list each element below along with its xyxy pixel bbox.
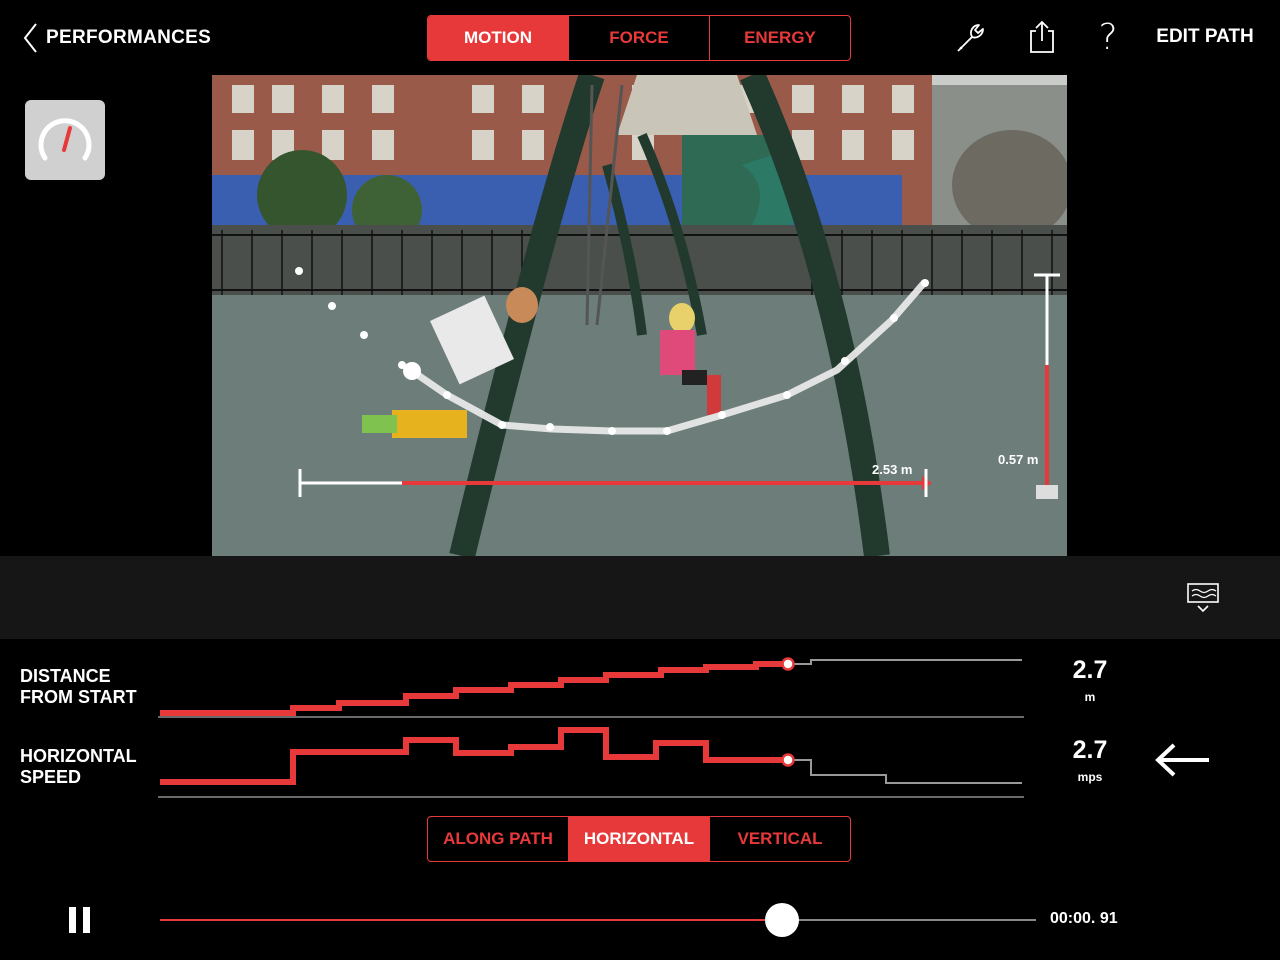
tab-force[interactable]: FORCE bbox=[568, 16, 709, 60]
horizontal-distance-label: 2.53 m bbox=[872, 462, 913, 477]
help-icon: ? bbox=[1098, 16, 1118, 58]
settings-button[interactable] bbox=[950, 18, 990, 58]
speed-trace-played bbox=[160, 727, 788, 785]
graph-panel-icon bbox=[1187, 583, 1219, 613]
component-segmented-control: ALONG PATH HORIZONTAL VERTICAL bbox=[427, 816, 851, 862]
speed-unit: mps bbox=[1077, 770, 1103, 784]
speedometer-button[interactable] bbox=[25, 100, 105, 180]
tab-vertical[interactable]: VERTICAL bbox=[709, 817, 850, 861]
share-icon bbox=[1030, 20, 1054, 53]
tab-motion[interactable]: MOTION bbox=[428, 16, 568, 60]
graphs-plot[interactable] bbox=[156, 650, 1026, 805]
speed-graph-label: HORIZONTAL SPEED bbox=[20, 746, 137, 788]
graph-options-button[interactable] bbox=[1183, 580, 1223, 616]
help-button[interactable]: ? bbox=[1090, 16, 1126, 58]
distance-trace-played bbox=[160, 661, 788, 716]
speed-label-line1: HORIZONTAL bbox=[20, 746, 137, 766]
back-button[interactable]: PERFORMANCES bbox=[22, 20, 211, 56]
mode-segmented-control: MOTION FORCE ENERGY bbox=[427, 15, 851, 61]
distance-value: 2.7 bbox=[1072, 656, 1108, 684]
share-button[interactable] bbox=[1022, 16, 1062, 58]
distance-label-line1: DISTANCE bbox=[20, 666, 111, 686]
distance-current-marker bbox=[781, 657, 795, 671]
vertical-distance-label: 0.57 m bbox=[998, 452, 1039, 467]
wrench-icon bbox=[957, 24, 984, 52]
annotation-band bbox=[0, 556, 1280, 639]
video-frame[interactable]: 2.53 m 0.57 m bbox=[212, 75, 1067, 556]
edit-path-button[interactable]: EDIT PATH bbox=[1150, 22, 1260, 52]
speed-current-marker bbox=[781, 753, 795, 767]
time-readout: 00:00. 91 bbox=[1050, 910, 1118, 927]
speed-value: 2.7 bbox=[1072, 736, 1108, 764]
speed-trace-remaining bbox=[788, 759, 1022, 784]
arrow-left-icon bbox=[1155, 743, 1209, 777]
chevron-left-icon bbox=[23, 23, 37, 53]
pause-button[interactable] bbox=[60, 900, 100, 940]
distance-trace-remaining bbox=[788, 659, 1022, 665]
pause-icon bbox=[69, 907, 90, 933]
timeline-knob[interactable] bbox=[764, 903, 799, 937]
back-label: PERFORMANCES bbox=[46, 27, 212, 48]
speedometer-icon bbox=[38, 118, 92, 161]
speed-label-line2: SPEED bbox=[20, 767, 82, 787]
tab-horizontal[interactable]: HORIZONTAL bbox=[568, 817, 709, 861]
distance-unit: m bbox=[1084, 690, 1096, 704]
tab-along-path[interactable]: ALONG PATH bbox=[428, 817, 568, 861]
distance-graph-label: DISTANCE FROM START bbox=[20, 666, 137, 708]
tab-energy[interactable]: ENERGY bbox=[709, 16, 850, 60]
timeline-progress bbox=[160, 919, 782, 921]
distance-label-line2: FROM START bbox=[20, 687, 137, 707]
timeline-scrubber[interactable] bbox=[160, 900, 1036, 940]
playground-scene bbox=[212, 75, 1067, 556]
